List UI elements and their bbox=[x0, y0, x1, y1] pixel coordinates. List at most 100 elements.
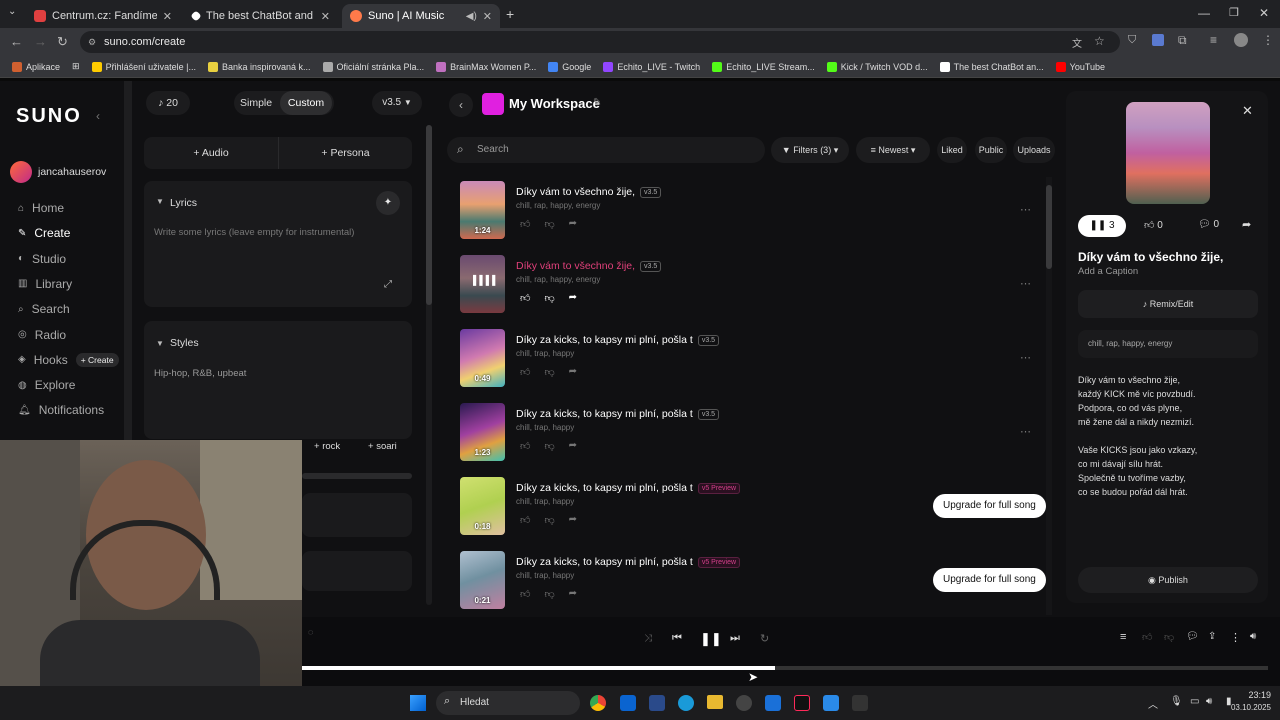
lyrics-input[interactable]: Write some lyrics (leave empty for instr… bbox=[154, 227, 354, 238]
thumbs-up-icon[interactable]: 👍︎ bbox=[1142, 631, 1152, 643]
share-icon[interactable]: ➦ bbox=[1242, 218, 1251, 231]
song-row[interactable]: 0:49 Díky za kicks, to kapsy mi plní, poš… bbox=[460, 329, 1050, 393]
store-icon[interactable] bbox=[649, 695, 665, 711]
share-icon[interactable]: ➦ bbox=[569, 366, 577, 378]
song-tags[interactable]: chill, trap, happy bbox=[516, 349, 574, 358]
sidebar-item-create[interactable]: ✎ Create bbox=[18, 226, 70, 240]
app3-icon[interactable] bbox=[852, 695, 868, 711]
edge-icon[interactable] bbox=[678, 695, 694, 711]
bookmark-item[interactable]: Oficiální stránka Pla... bbox=[317, 61, 431, 72]
bookmark-star-icon[interactable]: ☆ bbox=[1094, 34, 1105, 48]
pause-icon[interactable]: ❚❚ bbox=[700, 631, 722, 647]
outlook-icon[interactable] bbox=[620, 695, 636, 711]
tiktok-icon[interactable] bbox=[794, 695, 810, 711]
tray-chevron-icon[interactable]: ︿ bbox=[1148, 696, 1158, 711]
queue-icon[interactable]: ≡ bbox=[1120, 631, 1126, 643]
upgrade-button[interactable]: Upgrade for full song bbox=[933, 568, 1046, 592]
song-tags[interactable]: chill, trap, happy bbox=[516, 571, 574, 580]
song-title[interactable]: Díky za kicks, to kapsy mi plní, pošla t bbox=[516, 482, 693, 494]
song-tags[interactable]: chill, rap, happy, energy bbox=[516, 201, 600, 210]
volume-icon[interactable]: 🔊︎ bbox=[1206, 696, 1212, 707]
app2-icon[interactable] bbox=[823, 695, 839, 711]
extensions-puzzle-icon[interactable]: ⧉ bbox=[1178, 33, 1187, 48]
thumbs-up-icon[interactable]: 👍︎ bbox=[520, 588, 530, 600]
share-icon[interactable]: ➦ bbox=[569, 292, 577, 304]
clock-date[interactable]: 03.10.2025 bbox=[1226, 703, 1271, 712]
forward-icon[interactable]: → bbox=[34, 34, 47, 49]
reading-list-icon[interactable]: ≡ bbox=[1210, 33, 1217, 47]
user-avatar[interactable] bbox=[10, 161, 32, 183]
song-tags[interactable]: chill, rap, happy, energy bbox=[516, 275, 600, 284]
song-thumbnail[interactable]: 1:23 bbox=[460, 403, 505, 461]
bookmark-item[interactable]: Echito_LIVE - Twitch bbox=[597, 61, 706, 72]
shuffle-icon[interactable]: ⤨ bbox=[644, 633, 652, 644]
repeat-icon[interactable]: ↻ bbox=[760, 632, 769, 645]
file-explorer-icon[interactable] bbox=[707, 695, 723, 709]
close-tab-icon[interactable]: ✕ bbox=[163, 10, 172, 23]
thumbs-up-icon[interactable]: 👍︎ bbox=[520, 514, 530, 526]
tab-list-icon[interactable]: ⌄ bbox=[8, 6, 16, 17]
share-icon[interactable]: ➦ bbox=[569, 440, 577, 452]
song-title[interactable]: Díky vám to všechno žije, bbox=[516, 186, 635, 198]
thumbs-up-icon[interactable]: 👍︎ bbox=[520, 440, 530, 452]
minimize-icon[interactable]: — bbox=[1198, 6, 1210, 20]
sidebar-scrollbar[interactable] bbox=[124, 81, 132, 441]
mode-custom[interactable]: Custom bbox=[280, 91, 332, 115]
shield-extension-icon[interactable]: ⛉ bbox=[1128, 34, 1136, 47]
browser-menu-icon[interactable]: ⋮ bbox=[1262, 33, 1274, 47]
more-options-icon[interactable]: ⋯ bbox=[1020, 203, 1031, 216]
more-options-icon[interactable]: ⋯ bbox=[1020, 277, 1031, 290]
collapse-sidebar-icon[interactable]: ‹ bbox=[96, 109, 100, 123]
magic-wand-icon[interactable]: ✦ bbox=[376, 191, 400, 215]
network-icon[interactable]: ▭ bbox=[1190, 696, 1199, 707]
bookmark-item[interactable]: YouTube bbox=[1050, 61, 1111, 72]
chrome-icon[interactable] bbox=[590, 695, 606, 711]
sidebar-item-explore[interactable]: ◍ Explore bbox=[18, 378, 75, 392]
thumbs-down-icon[interactable]: 👎︎ bbox=[544, 218, 554, 230]
comment-icon[interactable]: 💬︎ bbox=[1186, 631, 1199, 642]
style-tag-soari[interactable]: + soari bbox=[368, 441, 416, 459]
share-icon[interactable]: ➦ bbox=[569, 588, 577, 600]
hooks-create-button[interactable]: + Create bbox=[75, 352, 119, 367]
play-count-button[interactable]: ❚❚ 3 bbox=[1078, 215, 1126, 237]
sidebar-item-home[interactable]: ⌂ Home bbox=[18, 201, 64, 215]
song-row[interactable]: 0:21 Díky za kicks, to kapsy mi plní, poš… bbox=[460, 551, 1050, 615]
apps-grid-icon[interactable]: ⊞ bbox=[66, 61, 86, 72]
panel-scrollbar[interactable] bbox=[426, 125, 432, 605]
thumbs-down-icon[interactable]: 👎︎ bbox=[1164, 631, 1174, 643]
list-scrollbar[interactable] bbox=[1046, 177, 1052, 615]
song-row[interactable]: 1:23 Díky za kicks, to kapsy mi plní, poš… bbox=[460, 403, 1050, 467]
previous-icon[interactable]: ⏮ bbox=[672, 632, 682, 645]
song-tags[interactable]: chill, trap, happy bbox=[516, 497, 574, 506]
bookmark-item[interactable]: The best ChatBot an... bbox=[934, 61, 1050, 72]
close-window-icon[interactable]: ✕ bbox=[1259, 6, 1269, 20]
extension-icon[interactable] bbox=[1152, 34, 1164, 46]
song-title[interactable]: Díky vám to všechno žije, bbox=[516, 260, 635, 272]
filters-button[interactable]: ▼ Filters (3) ▾ bbox=[771, 137, 849, 163]
progress-track[interactable] bbox=[302, 666, 1268, 670]
microphone-icon[interactable]: 🎙︎ bbox=[1170, 696, 1183, 707]
sidebar-item-notifications[interactable]: 🔔︎ Notifications bbox=[18, 403, 104, 417]
expand-icon[interactable]: ⤢ bbox=[384, 279, 392, 290]
sidebar-item-radio[interactable]: ◎ Radio bbox=[18, 328, 66, 342]
url-field[interactable]: ⚙ suno.com/create bbox=[80, 31, 1120, 53]
bookmark-item[interactable]: Aplikace bbox=[6, 61, 66, 72]
more-options-icon[interactable]: ⋯ bbox=[1020, 351, 1031, 364]
share-icon[interactable]: ⇪ bbox=[1208, 631, 1216, 642]
site-info-icon[interactable]: ⚙ bbox=[88, 31, 96, 53]
windows-start-icon[interactable] bbox=[410, 695, 426, 711]
more-options-icon[interactable]: ⋯ bbox=[1020, 425, 1031, 438]
new-tab-icon[interactable]: + bbox=[506, 6, 514, 22]
close-icon[interactable]: ✕ bbox=[1242, 103, 1253, 119]
bookmark-item[interactable]: Google bbox=[542, 61, 597, 72]
more-options-icon[interactable]: ⋮ bbox=[1230, 631, 1241, 644]
translate-icon[interactable]: 文 bbox=[1072, 35, 1082, 50]
thumbs-down-icon[interactable]: 👎︎ bbox=[544, 588, 554, 600]
bookmark-item[interactable]: BrainMax Women P... bbox=[430, 61, 542, 72]
tab-suno[interactable]: Suno | AI Music ◀) ✕ bbox=[342, 4, 500, 28]
song-row[interactable]: 0:18 Díky za kicks, to kapsy mi plní, poš… bbox=[460, 477, 1050, 541]
back-icon[interactable]: ‹ bbox=[449, 93, 473, 117]
publish-button[interactable]: ◉ Publish bbox=[1078, 567, 1258, 593]
chip-public[interactable]: Public bbox=[975, 137, 1007, 163]
bookmark-item[interactable]: Banka inspirovaná k... bbox=[202, 61, 317, 72]
